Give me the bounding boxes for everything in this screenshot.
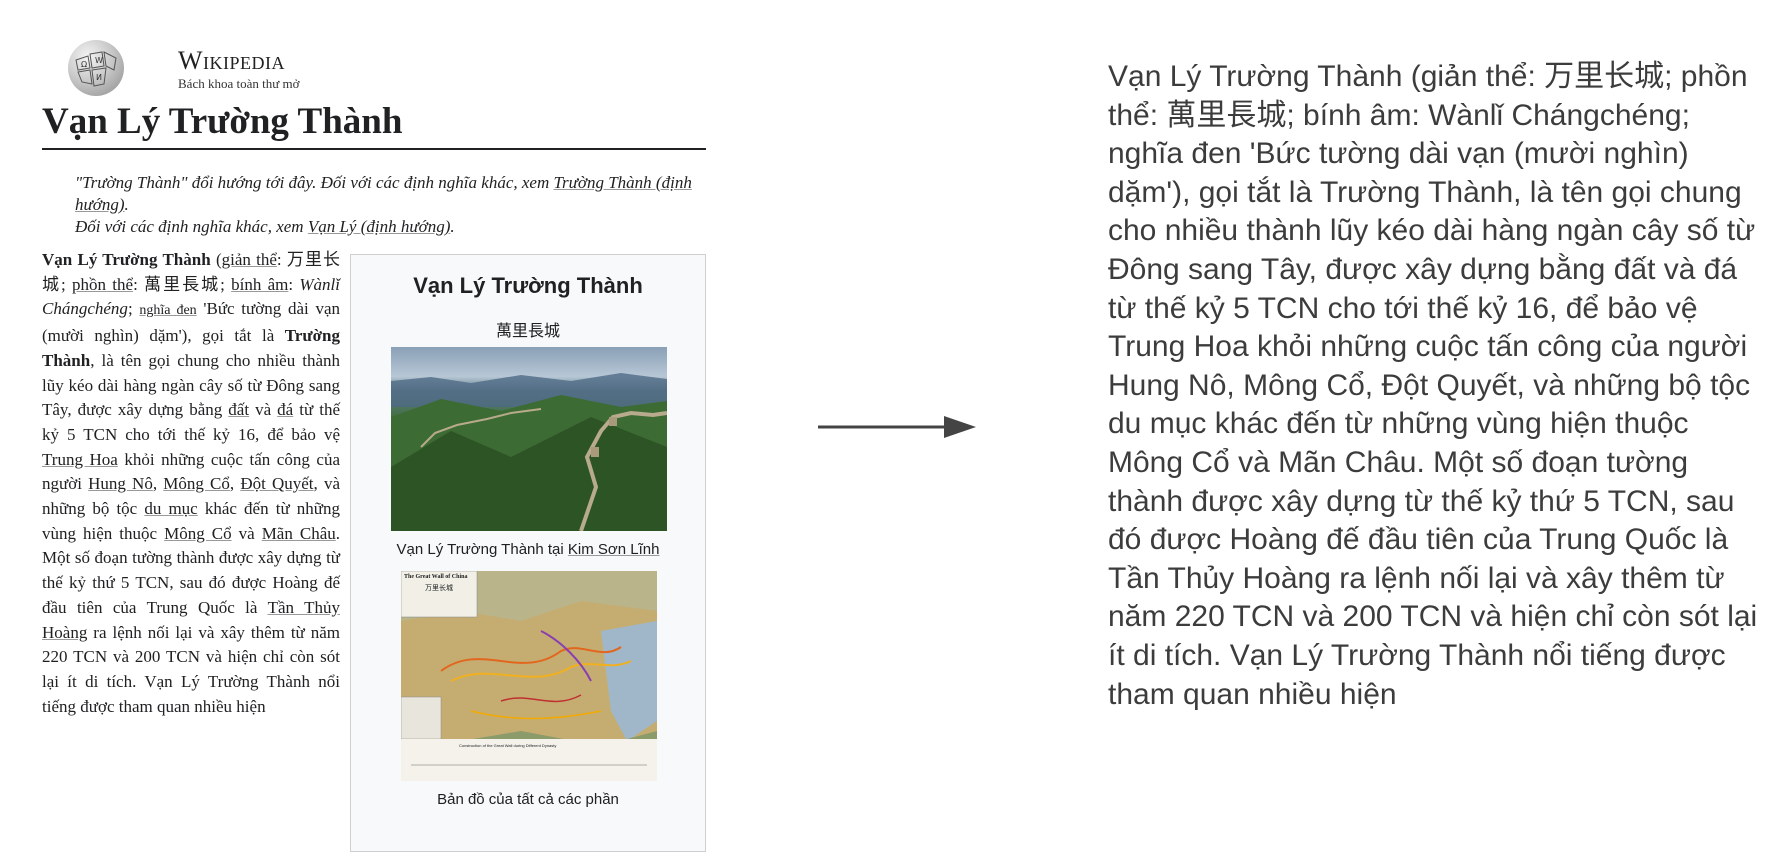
extracted-text-output: Vạn Lý Trường Thành (giản thể: 万里长城; phồ… (1108, 60, 1758, 711)
link-du-muc[interactable]: du mục (144, 499, 197, 518)
hatnote-2: Đối với các định nghĩa khác, xem Vạn Lý … (75, 217, 455, 236)
svg-text:W: W (95, 56, 103, 65)
right-arrow-icon (818, 412, 978, 447)
link-mong-co-2[interactable]: Mông Cổ (164, 524, 231, 543)
link-hung-no[interactable]: Hung Nô (88, 474, 153, 493)
wordmark-tagline: Bách khoa toàn thư mở (178, 76, 300, 91)
link-nghia-den[interactable]: nghĩa đen (139, 303, 196, 318)
photo-caption: Vạn Lý Trường Thành tại Kim Sơn Lĩnh (396, 541, 660, 558)
svg-text:Ω: Ω (81, 60, 87, 69)
hatnote-link-van-ly[interactable]: Vạn Lý (định hướng) (308, 217, 451, 236)
great-wall-photo[interactable] (391, 347, 667, 531)
link-dot-quyet[interactable]: Đột Quyết (240, 474, 313, 493)
map-title: The Great Wall of China (404, 574, 468, 580)
link-trung-hoa[interactable]: Trung Hoa (42, 450, 118, 469)
hatnote-1: "Trường Thành" đổi hướng tới đây. Đối vớ… (75, 173, 692, 214)
great-wall-map[interactable]: The Great Wall of China 万里长城 Constructio… (401, 571, 657, 781)
infobox: Vạn Lý Trường Thành 萬里長城 Vạn Lý Trường T… (350, 254, 706, 852)
link-mong-co[interactable]: Mông Cổ (163, 474, 230, 493)
link-binh-am[interactable]: bính âm (231, 275, 288, 294)
link-phon-the[interactable]: phồn thể (72, 275, 133, 294)
link-da[interactable]: đá (277, 400, 293, 419)
article-lead-paragraph: Vạn Lý Trường Thành (giản thể: 万里长城; phồ… (42, 250, 341, 716)
link-gian-the[interactable]: giản thể (222, 250, 277, 269)
infobox-subtitle: 萬里長城 (495, 323, 560, 340)
hatnotes: "Trường Thành" đổi hướng tới đây. Đối vớ… (75, 172, 695, 238)
infobox-title: Vạn Lý Trường Thành (413, 273, 643, 298)
wordmark-name: Wikipedia (178, 46, 286, 75)
link-dat[interactable]: đất (228, 400, 249, 419)
wikipedia-globe-logo: Ω W И (68, 40, 124, 96)
link-man-chau[interactable]: Mãn Châu (262, 524, 336, 543)
svg-text:И: И (96, 73, 102, 82)
map-caption: Bản đồ của tất cả các phần (437, 791, 619, 808)
link-kim-son-linh[interactable]: Kim Sơn Lĩnh (568, 541, 660, 558)
map-subtitle: 万里长城 (425, 585, 453, 592)
page-title: Vạn Lý Trường Thành (42, 98, 706, 150)
map-footer: Construction of the Great Wall during Di… (459, 743, 557, 748)
